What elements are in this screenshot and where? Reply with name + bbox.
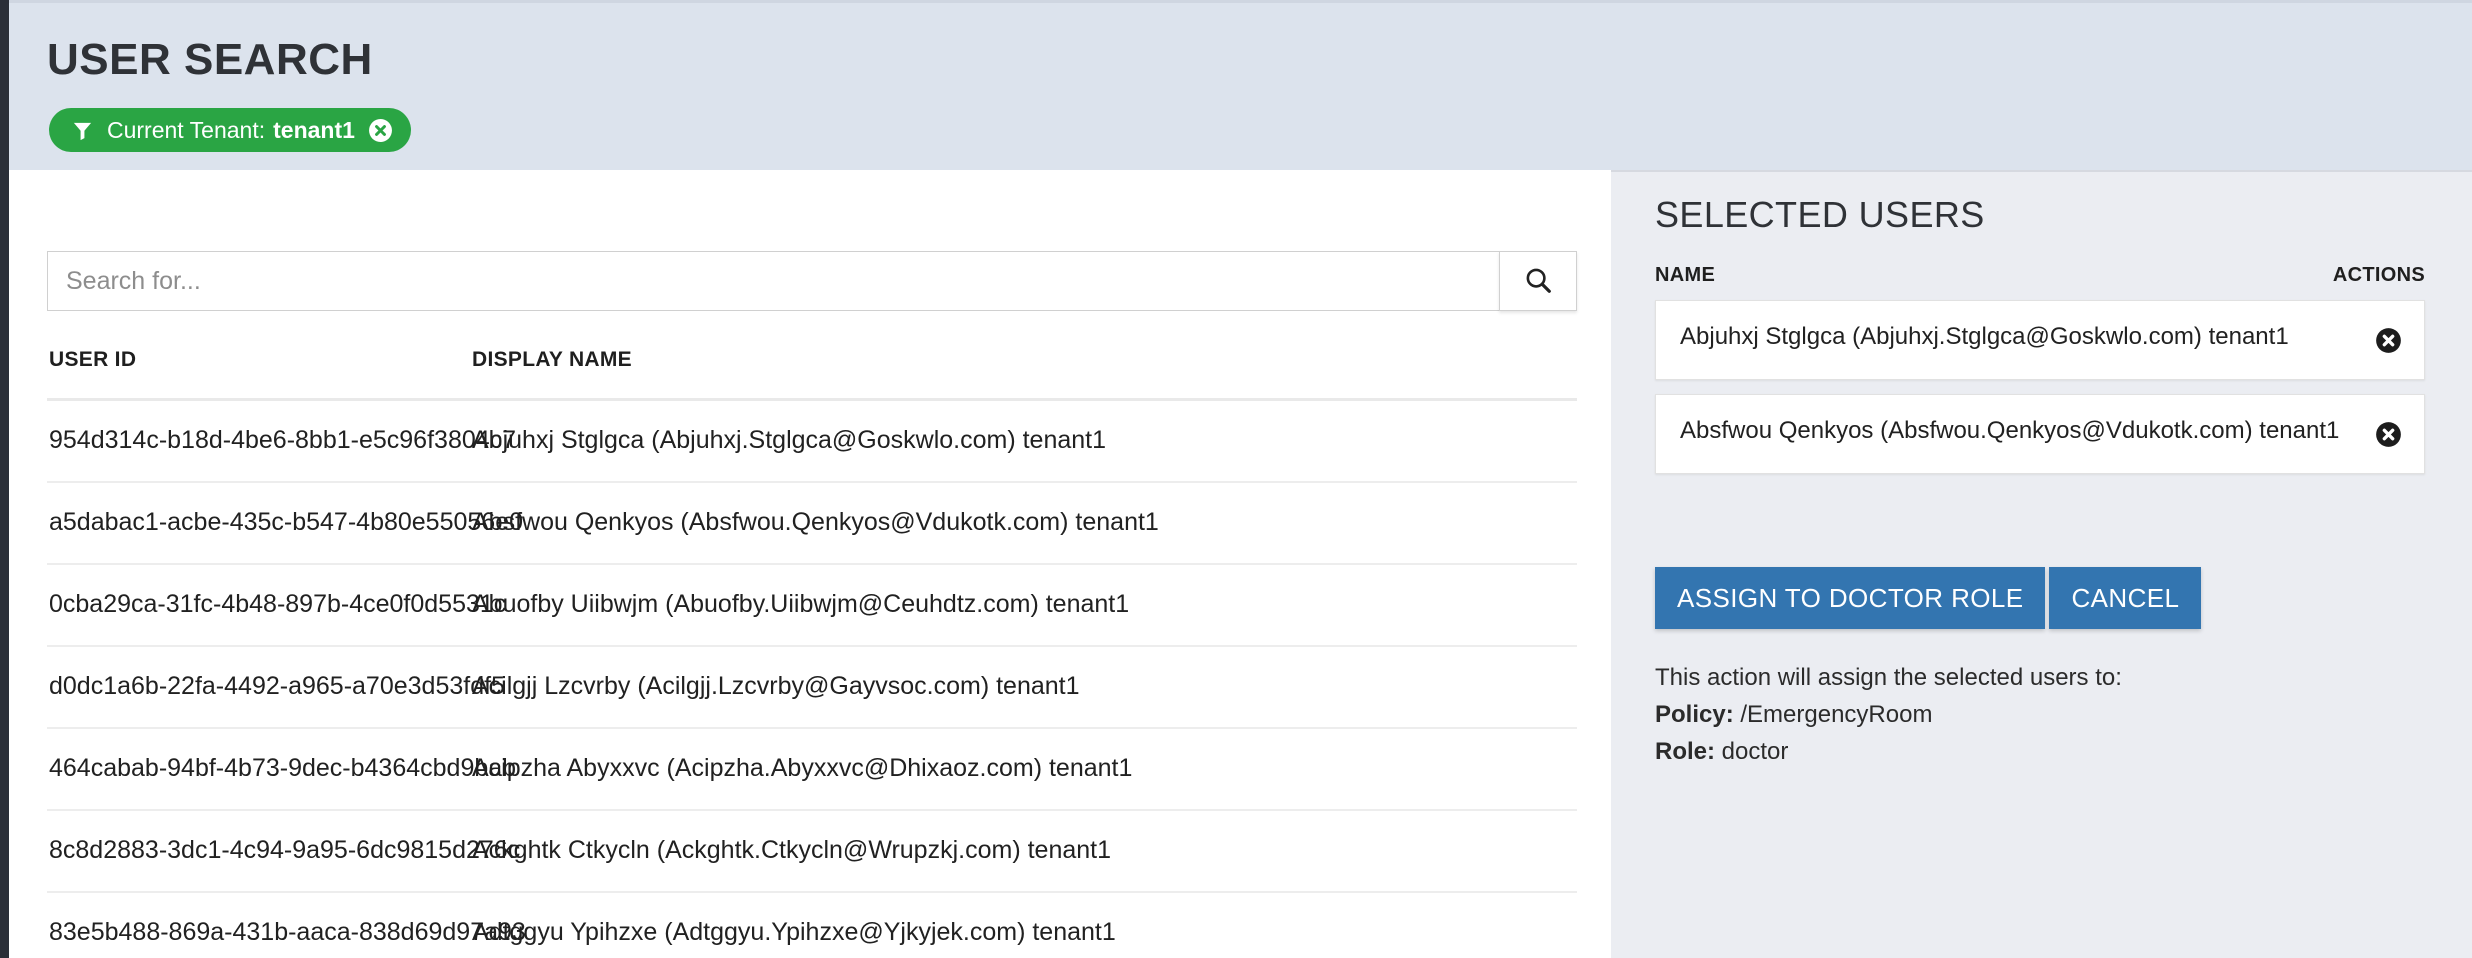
search-results-pane: USER ID DISPLAY NAME 954d314c-b18d-4be6-… [9, 170, 1611, 958]
cell-user-id: 83e5b488-869a-431b-aaca-838d69d97a93 [47, 891, 526, 958]
table-row[interactable]: 0cba29ca-31fc-4b48-897b-4ce0f0d5531c Abuo… [47, 563, 1577, 647]
column-header-display-name[interactable]: DISPLAY NAME [462, 348, 1577, 401]
selected-users-column-headers: NAME ACTIONS [1655, 264, 2425, 287]
selected-user-name: Absfwou Qenkyos (Absfwou.Qenkyos@Vdukotk… [1680, 417, 2340, 444]
column-header-actions: ACTIONS [2332, 264, 2425, 286]
cell-user-id: d0dc1a6b-22fa-4492-a965-a70e3d53fdf5 [47, 645, 505, 729]
user-results-body: 954d314c-b18d-4be6-8bb1-e5c96f3804c7 Abju… [47, 399, 1577, 958]
table-row[interactable]: 8c8d2883-3dc1-4c94-9a95-6dc9815d276c Ackg… [47, 809, 1577, 893]
tenant-label: Current Tenant: [107, 116, 266, 143]
assign-note-role: Role: doctor [1655, 733, 2445, 770]
selected-users-title: SELECTED USERS [1655, 194, 1985, 235]
page-header: USER SEARCH Current Tenant: tenant1 [9, 0, 2472, 170]
selected-user-card: Absfwou Qenkyos (Absfwou.Qenkyos@Vdukotk… [1655, 394, 2425, 474]
cell-display-name: Abuofby Uiibwjm (Abuofby.Uiibwjm@Ceuhdtz… [462, 563, 1577, 647]
assign-note-intro: This action will assign the selected use… [1655, 664, 2122, 691]
column-header-name: NAME [1655, 264, 1716, 286]
user-search-page: USER SEARCH Current Tenant: tenant1 Sear… [0, 0, 2472, 958]
cell-display-name: Absfwou Qenkyos (Absfwou.Qenkyos@Vdukotk… [462, 481, 1577, 565]
current-tenant-badge[interactable]: Current Tenant: tenant1 [49, 108, 411, 152]
assign-to-doctor-role-button[interactable]: ASSIGN TO DOCTOR ROLE [1655, 567, 2046, 629]
selected-user-name: Abjuhxj Stglgca (Abjuhxj.Stglgca@Goskwlo… [1680, 323, 2289, 350]
search-icon [1523, 265, 1553, 298]
role-value: doctor [1721, 738, 1789, 766]
assign-note: This action will assign the selected use… [1655, 659, 2445, 771]
table-row[interactable]: 954d314c-b18d-4be6-8bb1-e5c96f3804c7 Abju… [47, 399, 1577, 483]
cell-display-name: Ackghtk Ctkycln (Ackghtk.Ctkycln@Wrupzkj… [462, 809, 1577, 893]
selected-user-card: Abjuhxj Stglgca (Abjuhxj.Stglgca@Goskwlo… [1655, 300, 2425, 380]
cell-user-id: 464cabab-94bf-4b73-9dec-b4364cbd9bab [47, 727, 516, 811]
tenant-value: tenant1 [273, 116, 355, 143]
cell-display-name: Adtggyu Ypihzxe (Adtggyu.Ypihzxe@Yjkyjek… [462, 891, 1577, 958]
assign-note-policy: Policy: /EmergencyRoom [1655, 696, 2445, 733]
search-input[interactable] [47, 251, 1499, 311]
cell-display-name: Abjuhxj Stglgca (Abjuhxj.Stglgca@Goskwlo… [462, 399, 1577, 483]
policy-value: /EmergencyRoom [1740, 701, 1933, 729]
table-header-row: USER ID DISPLAY NAME [47, 348, 1577, 401]
cell-display-name: Acilgjj Lzcvrby (Acilgjj.Lzcvrby@Gayvsoc… [462, 645, 1577, 729]
filter-icon [71, 119, 94, 142]
table-row[interactable]: d0dc1a6b-22fa-4492-a965-a70e3d53fdf5 Acil… [47, 645, 1577, 729]
selected-users-list: Abjuhxj Stglgca (Abjuhxj.Stglgca@Goskwlo… [1655, 300, 2425, 488]
user-results-table: USER ID DISPLAY NAME 954d314c-b18d-4be6-… [47, 348, 1577, 958]
selected-users-pane: SELECTED USERS NAME ACTIONS Abjuhxj Stgl… [1611, 170, 2472, 958]
table-row[interactable]: a5dabac1-acbe-435c-b547-4b80e55056e0 Absf… [47, 481, 1577, 565]
cell-user-id: 0cba29ca-31fc-4b48-897b-4ce0f0d5531c [47, 563, 506, 647]
action-buttons: ASSIGN TO DOCTOR ROLE CANCEL [1655, 567, 2202, 629]
table-row[interactable]: 83e5b488-869a-431b-aaca-838d69d97a93 Adtg… [47, 891, 1577, 958]
policy-label: Policy: [1655, 701, 1734, 729]
cell-display-name: Acipzha Abyxxvc (Acipzha.Abyxxvc@Dhixaoz… [462, 727, 1577, 811]
cancel-button[interactable]: CANCEL [2049, 567, 2202, 629]
search-bar [47, 251, 1577, 311]
remove-user-icon[interactable] [2375, 421, 2402, 448]
cell-user-id: 954d314c-b18d-4be6-8bb1-e5c96f3804c7 [47, 399, 516, 483]
table-row[interactable]: 464cabab-94bf-4b73-9dec-b4364cbd9bab Acip… [47, 727, 1577, 811]
role-label: Role: [1655, 738, 1715, 766]
search-button[interactable] [1499, 251, 1577, 311]
clear-tenant-icon[interactable] [368, 118, 393, 143]
column-header-user-id[interactable]: USER ID [47, 348, 462, 401]
cell-user-id: 8c8d2883-3dc1-4c94-9a95-6dc9815d276c [47, 809, 520, 893]
page-title: USER SEARCH [47, 35, 373, 84]
remove-user-icon[interactable] [2375, 327, 2402, 354]
cell-user-id: a5dabac1-acbe-435c-b547-4b80e55056e0 [47, 481, 523, 565]
